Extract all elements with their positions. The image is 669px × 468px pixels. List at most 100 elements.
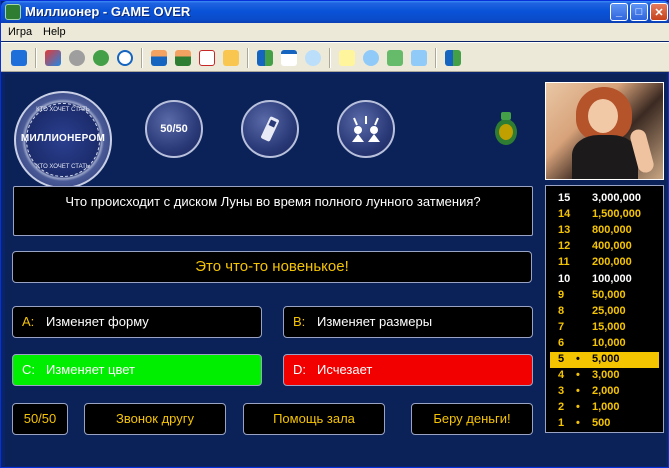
toolbar-separator (247, 48, 249, 68)
ladder-dot: • (576, 369, 580, 382)
lifeline-fifty-fifty[interactable]: 50/50 (145, 100, 203, 158)
audience-icon (352, 116, 380, 142)
ladder-row: 2 • 1,000 (550, 400, 659, 416)
ask-audience-button[interactable]: Помощь зала (243, 403, 385, 435)
app-icon (5, 4, 21, 20)
phone-friend-button[interactable]: Звонок другу (84, 403, 226, 435)
hand-icon[interactable] (223, 50, 239, 66)
ladder-dot: • (576, 417, 580, 430)
ladder-amount: 15,000 (592, 320, 626, 333)
ladder-row: 5 • 5,000 (550, 352, 659, 368)
answer-letter: A: (22, 314, 35, 329)
answer-text: Изменяет размеры (317, 314, 433, 329)
home-icon[interactable] (387, 50, 403, 66)
photo-body (572, 135, 638, 179)
menu-game[interactable]: Игра (8, 26, 32, 38)
grid-icon[interactable] (257, 50, 273, 66)
ladder-dot: • (576, 353, 580, 365)
take-money-button[interactable]: Беру деньги! (411, 403, 533, 435)
ladder-amount: 500 (592, 417, 611, 430)
ladder-level: 10 (558, 272, 571, 285)
answer-text: Изменяет цвет (46, 362, 136, 377)
ladder-amount: 50,000 (592, 288, 626, 301)
logo-main-text: МИЛЛИОНЕРОМ (20, 133, 106, 144)
close-button[interactable]: ✕ (650, 3, 668, 21)
ladder-amount: 1,000 (592, 401, 620, 414)
ladder-level: 7 (558, 320, 565, 333)
phone-icon (261, 116, 279, 142)
answer-d[interactable]: D: Исчезает (283, 354, 533, 386)
ladder-level: 4 (558, 369, 565, 382)
photo-face (588, 99, 618, 133)
ribbon-icon[interactable] (45, 50, 61, 66)
ladder-level: 8 (558, 304, 565, 317)
logo-bottom-text: КТО ХОЧЕТ СТАТЬ (36, 164, 90, 170)
millionaire-logo: КТО ХОЧЕТ СТАТЬ МИЛЛИОНЕРОМ КТО ХОЧЕТ СТ… (14, 91, 112, 189)
disc-icon[interactable] (69, 50, 85, 66)
ladder-row: 14 1,500,000 (550, 207, 659, 223)
money-ladder: 15 3,000,000 14 1,500,000 13 800,000 12 400,000… (545, 185, 664, 433)
ladder-level: 9 (558, 288, 565, 301)
ladder-amount: 100,000 (592, 272, 632, 285)
ladder-amount: 200,000 (592, 256, 632, 269)
lifeline-audience[interactable] (337, 100, 395, 158)
ladder-amount: 1,500,000 (592, 208, 641, 221)
ladder-row: 10 100,000 (550, 272, 659, 288)
help-icon[interactable] (339, 50, 355, 66)
ladder-amount: 10,000 (592, 336, 626, 349)
ladder-row: 8 25,000 (550, 304, 659, 320)
ladder-dot: • (576, 385, 580, 398)
ladder-row: 15 3,000,000 (550, 191, 659, 207)
fifty-fifty-button[interactable]: 50/50 (12, 403, 68, 435)
menu-bar: Игра Help (1, 23, 669, 41)
ladder-level: 14 (558, 208, 571, 221)
title-bar[interactable]: Миллионер - GAME OVER _ □ ✕ (1, 1, 669, 23)
answer-letter: D: (293, 362, 306, 377)
search-icon[interactable] (305, 50, 321, 66)
exit-icon[interactable] (445, 50, 461, 66)
answer-a[interactable]: A: Изменяет форму (12, 306, 262, 338)
maximize-button[interactable]: □ (630, 3, 648, 21)
ladder-level: 12 (558, 240, 571, 253)
ladder-amount: 3,000,000 (592, 192, 641, 204)
ladder-dot: • (576, 401, 580, 414)
user-icon[interactable] (151, 50, 167, 66)
ladder-amount: 5,000 (592, 353, 620, 365)
window-title: Миллионер - GAME OVER (25, 4, 191, 19)
users-icon[interactable] (175, 50, 191, 66)
ladder-level: 11 (558, 256, 570, 269)
ladder-level: 1 (558, 417, 565, 430)
toolbar-separator (141, 48, 143, 68)
answer-letter: C: (22, 362, 35, 377)
host-photo (545, 82, 664, 180)
toolbar-separator (329, 48, 331, 68)
hint-box: Это что-то новенькое! (12, 251, 532, 283)
toolbar-separator (435, 48, 437, 68)
ladder-row: 7 15,000 (550, 320, 659, 336)
ladder-level: 5 (558, 353, 565, 365)
game-stage: КТО ХОЧЕТ СТАТЬ МИЛЛИОНЕРОМ КТО ХОЧЕТ СТ… (5, 74, 666, 466)
ladder-level: 15 (558, 192, 571, 204)
answer-c[interactable]: C: Изменяет цвет (12, 354, 262, 386)
checklist-icon[interactable] (199, 50, 215, 66)
ladder-level: 2 (558, 401, 565, 414)
minimize-button[interactable]: _ (610, 3, 628, 21)
clock-icon[interactable] (117, 50, 133, 66)
ladder-amount: 3,000 (592, 369, 620, 382)
window-icon[interactable] (281, 50, 297, 66)
ladder-row: 3 • 2,000 (550, 384, 659, 400)
app-window: Миллионер - GAME OVER _ □ ✕ Игра Help КТ… (0, 0, 669, 468)
logo-top-text: КТО ХОЧЕТ СТАТЬ (36, 107, 90, 113)
ladder-row: 6 10,000 (550, 336, 659, 352)
speech-icon[interactable] (363, 50, 379, 66)
menu-help[interactable]: Help (43, 26, 66, 38)
refresh-icon[interactable] (93, 50, 109, 66)
ladder-row: 9 50,000 (550, 288, 659, 304)
answer-b[interactable]: B: Изменяет размеры (283, 306, 533, 338)
lifeline-fifty-label: 50/50 (160, 123, 188, 135)
lifeline-phone[interactable] (241, 100, 299, 158)
answer-text: Исчезает (317, 362, 373, 377)
ladder-level: 6 (558, 336, 565, 349)
mail-icon[interactable] (411, 50, 427, 66)
ie-icon[interactable] (11, 50, 27, 66)
